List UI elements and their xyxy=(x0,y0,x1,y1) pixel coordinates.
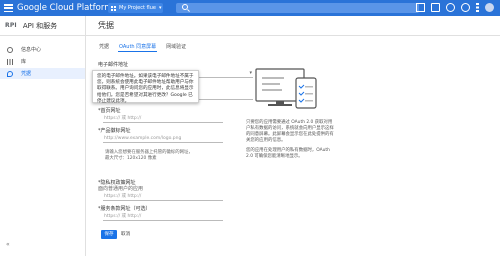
more-vert-icon[interactable] xyxy=(476,3,479,12)
email-label: 电子邮件地址 xyxy=(98,62,129,68)
privacy-url-field[interactable]: https:// 或 http:// xyxy=(103,193,223,201)
page-title: 凭据 xyxy=(98,21,114,30)
search-icon xyxy=(182,4,188,10)
cancel-button[interactable]: 取消 xyxy=(121,230,130,239)
sidebar-item-label: 库 xyxy=(21,59,27,65)
gift-icon[interactable] xyxy=(416,3,425,12)
tos-label: *服务条款网址（可选） xyxy=(98,206,151,212)
sidebar-item-dashboard[interactable]: 信息中心 xyxy=(0,44,85,55)
logo-hint: 请输入您想要在服务器上托管的徽标的网址，最大尺寸：120x120 像素 xyxy=(105,150,193,161)
content-header: 凭据 xyxy=(86,16,500,36)
collapse-icon[interactable]: « xyxy=(6,241,10,248)
avatar[interactable] xyxy=(485,3,494,12)
tab-oauth-consent[interactable]: OAuth 同意屏幕 xyxy=(118,42,158,52)
project-selector[interactable]: My Project flue ▾ xyxy=(108,3,163,13)
search-input[interactable] xyxy=(176,3,419,13)
top-app-bar: Google Cloud Platform My Project flue ▾ xyxy=(0,0,500,16)
dashboard-icon xyxy=(7,46,13,53)
tab-credentials[interactable]: 凭据 xyxy=(98,42,110,52)
alert-icon[interactable] xyxy=(446,3,455,12)
project-name: My Project flue xyxy=(119,5,156,11)
library-icon xyxy=(7,58,13,65)
tab-bar: 凭据 OAuth 同意屏幕 网域验证 xyxy=(98,42,187,52)
homepage-label: *首页网址 xyxy=(98,108,121,114)
consent-info-text-2: 您的应用在处理用户的私有数据时，OAuth 2.0 可确保您能清晰地显示。 xyxy=(246,148,330,159)
tooltip: 您的电子邮件地址。如果该电子邮件地址不属于您，则系统会使用此电子邮件地址帮助用户… xyxy=(92,70,199,104)
tos-url-field[interactable]: https:// 或 http:// xyxy=(103,213,223,221)
api-logo: RPI xyxy=(5,22,17,29)
sidebar: RPI API 和服务 信息中心 库 凭据 « xyxy=(0,16,86,256)
homepage-url-field[interactable]: https:// 或 http:// xyxy=(103,115,223,123)
project-dots-icon xyxy=(111,5,116,11)
sidebar-item-library[interactable]: 库 xyxy=(0,56,85,67)
tab-domain-verification[interactable]: 网域验证 xyxy=(165,42,187,52)
consent-illustration xyxy=(255,68,317,109)
cloud-shell-icon[interactable] xyxy=(431,3,440,12)
top-actions xyxy=(416,3,494,12)
sidebar-item-label: 信息中心 xyxy=(21,47,42,53)
sidebar-title: API 和服务 xyxy=(22,21,58,30)
chevron-down-icon: ▾ xyxy=(249,70,252,76)
sidebar-item-credentials[interactable]: 凭据 xyxy=(0,68,85,79)
logo-label: *产品徽标网址 xyxy=(98,128,131,134)
save-button[interactable]: 保存 xyxy=(101,230,117,239)
sidebar-header: RPI API 和服务 xyxy=(0,16,85,36)
sidebar-item-label: 凭据 xyxy=(21,71,32,77)
chevron-down-icon: ▾ xyxy=(158,5,162,11)
menu-icon[interactable] xyxy=(4,4,13,12)
consent-info-text: 只要您的应用需要通过 OAuth 2.0 获取对用户私有数据的访问，系统就会向用… xyxy=(246,120,334,143)
help-icon[interactable] xyxy=(461,3,470,12)
brand-title[interactable]: Google Cloud Platform xyxy=(17,2,113,14)
privacy-sublabel: 面向普通用户的应用 xyxy=(98,186,144,192)
logo-url-field[interactable]: http://www.example.com/logo.png xyxy=(103,135,223,143)
key-icon xyxy=(7,70,13,77)
